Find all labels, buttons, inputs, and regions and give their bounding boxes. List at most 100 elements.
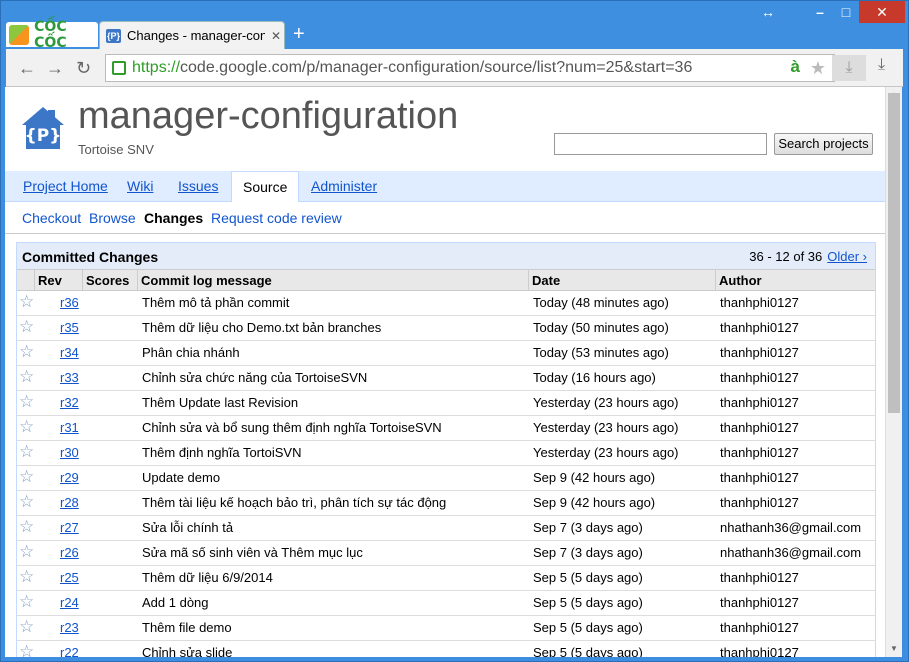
column-date[interactable]: Date — [528, 270, 715, 291]
column-author[interactable]: Author — [715, 270, 875, 291]
older-link[interactable]: Older › — [827, 249, 867, 264]
table-row: ☆ r33 Chỉnh sửa chức năng của TortoiseSVN T… — [17, 366, 875, 391]
revision-link[interactable]: r36 — [57, 291, 82, 315]
commit-date: Yesterday (23 hours ago) — [533, 445, 679, 460]
bookmark-star-icon[interactable]: ★ — [810, 58, 826, 79]
close-window-icon[interactable]: ✕ — [859, 1, 905, 23]
revision-link[interactable]: r34 — [57, 341, 82, 365]
star-icon[interactable]: ☆ — [19, 468, 34, 486]
revision-link[interactable]: r25 — [57, 566, 82, 590]
star-icon[interactable]: ☆ — [19, 518, 34, 536]
tab-wiki[interactable]: Wiki — [127, 178, 153, 194]
revision-link[interactable]: r29 — [57, 466, 82, 490]
commit-author: thanhphi0127 — [720, 495, 799, 510]
revision-link[interactable]: r28 — [57, 491, 82, 515]
subtab-checkout[interactable]: Checkout — [22, 210, 81, 226]
revision-link[interactable]: r32 — [57, 391, 82, 415]
browser-tab[interactable]: {P} Changes - manager-confi ✕ — [99, 21, 285, 49]
star-icon[interactable]: ☆ — [19, 543, 34, 561]
star-icon[interactable]: ☆ — [19, 293, 34, 311]
commit-message: Thêm tài liệu kế hoạch bảo trì, phân tíc… — [142, 495, 447, 510]
tab-project-home[interactable]: Project Home — [23, 178, 108, 194]
tab-close-icon[interactable]: ✕ — [271, 29, 281, 43]
star-icon[interactable]: ☆ — [19, 368, 34, 386]
commit-author: thanhphi0127 — [720, 420, 799, 435]
scrollbar-thumb[interactable] — [888, 93, 900, 413]
commit-message: Update demo — [142, 470, 221, 485]
tab-title: Changes - manager-confi — [127, 28, 265, 43]
tab-administer[interactable]: Administer — [311, 178, 377, 194]
download-icon[interactable]: ⤓ — [832, 55, 866, 81]
commit-message: Sửa lỗi chính tả — [142, 520, 234, 535]
star-icon[interactable]: ☆ — [19, 568, 34, 586]
star-icon[interactable]: ☆ — [19, 593, 34, 611]
commit-message: Add 1 dòng — [142, 595, 209, 610]
commit-date: Sep 5 (5 days ago) — [533, 645, 643, 657]
maximize-icon[interactable]: □ — [833, 1, 859, 23]
revision-link[interactable]: r23 — [57, 616, 82, 640]
search-projects-input[interactable] — [554, 133, 767, 155]
star-icon[interactable]: ☆ — [19, 418, 34, 436]
project-logo-icon: {P} — [22, 107, 64, 149]
tab-source[interactable]: Source — [231, 171, 300, 203]
translate-icon[interactable]: à — [791, 57, 800, 77]
commit-message: Thêm file demo — [142, 620, 232, 635]
subtab-browse[interactable]: Browse — [89, 210, 136, 226]
table-row: ☆ r32 Thêm Update last Revision Yesterday (… — [17, 391, 875, 416]
table-row: ☆ r27 Sửa lỗi chính tả Sep 7 (3 days ago) nh… — [17, 516, 875, 541]
commit-date: Today (16 hours ago) — [533, 370, 656, 385]
svg-text:{P}: {P} — [25, 126, 62, 146]
table-row: ☆ r30 Thêm định nghĩa TortoiSVN Yesterday (… — [17, 441, 875, 466]
commit-date: Today (48 minutes ago) — [533, 295, 669, 310]
commit-author: thanhphi0127 — [720, 570, 799, 585]
downloads-tray-icon[interactable]: ⤓ — [878, 56, 885, 74]
commit-date: Yesterday (23 hours ago) — [533, 395, 679, 410]
address-bar[interactable]: https://code.google.com/p/manager-config… — [105, 54, 835, 82]
browser-brand-button[interactable]: CỐC CỐC — [6, 19, 98, 51]
project-title: manager-configuration — [78, 95, 459, 137]
commit-message: Thêm dữ liệu 6/9/2014 — [142, 570, 273, 585]
revision-link[interactable]: r24 — [57, 591, 82, 615]
commit-date: Yesterday (23 hours ago) — [533, 420, 679, 435]
tab-issues[interactable]: Issues — [178, 178, 218, 194]
star-icon[interactable]: ☆ — [19, 643, 34, 658]
column-scores[interactable]: Scores — [82, 270, 137, 291]
commit-author: thanhphi0127 — [720, 620, 799, 635]
scroll-down-icon[interactable]: ▼ — [886, 641, 902, 657]
table-row: ☆ r31 Chỉnh sửa và bổ sung thêm định nghĩa… — [17, 416, 875, 441]
subtab-request-code-review[interactable]: Request code review — [211, 210, 342, 226]
star-icon[interactable]: ☆ — [19, 393, 34, 411]
star-icon[interactable]: ☆ — [19, 493, 34, 511]
star-icon[interactable]: ☆ — [19, 318, 34, 336]
reload-icon[interactable]: ↻ — [76, 58, 91, 79]
revision-link[interactable]: r31 — [57, 416, 82, 440]
commit-author: thanhphi0127 — [720, 645, 799, 657]
revision-link[interactable]: r26 — [57, 541, 82, 565]
revision-link[interactable]: r22 — [57, 641, 82, 657]
commit-message: Chỉnh sửa chức năng của TortoiseSVN — [142, 370, 368, 385]
commit-date: Today (50 minutes ago) — [533, 320, 669, 335]
subtab-changes[interactable]: Changes — [144, 210, 203, 226]
search-projects-button[interactable]: Search projects — [774, 133, 873, 155]
revision-link[interactable]: r27 — [57, 516, 82, 540]
column-commit-log-message[interactable]: Commit log message — [137, 270, 528, 291]
minimize-icon[interactable]: – — [807, 1, 833, 23]
table-row: ☆ r29 Update demo Sep 9 (42 hours ago) thanh… — [17, 466, 875, 491]
revision-link[interactable]: r33 — [57, 366, 82, 390]
forward-icon[interactable]: → — [46, 58, 64, 79]
commit-date: Sep 9 (42 hours ago) — [533, 470, 656, 485]
star-icon[interactable]: ☆ — [19, 443, 34, 461]
star-icon[interactable]: ☆ — [19, 618, 34, 636]
resize-arrows-icon[interactable]: ↔ — [756, 1, 780, 23]
commit-author: thanhphi0127 — [720, 445, 799, 460]
vertical-scrollbar[interactable]: ▲ ▼ — [885, 87, 902, 657]
table-row: ☆ r23 Thêm file demo Sep 5 (5 days ago) than… — [17, 616, 875, 641]
table-row: ☆ r25 Thêm dữ liệu 6/9/2014 Sep 5 (5 days a… — [17, 566, 875, 591]
back-icon[interactable]: ← — [18, 58, 36, 79]
revision-link[interactable]: r30 — [57, 441, 82, 465]
revision-link[interactable]: r35 — [57, 316, 82, 340]
project-header: {P} manager-configuration Tortoise SNV S… — [5, 87, 885, 167]
new-tab-icon[interactable]: + — [293, 24, 305, 44]
star-icon[interactable]: ☆ — [19, 343, 34, 361]
column-rev[interactable]: Rev — [34, 270, 82, 291]
